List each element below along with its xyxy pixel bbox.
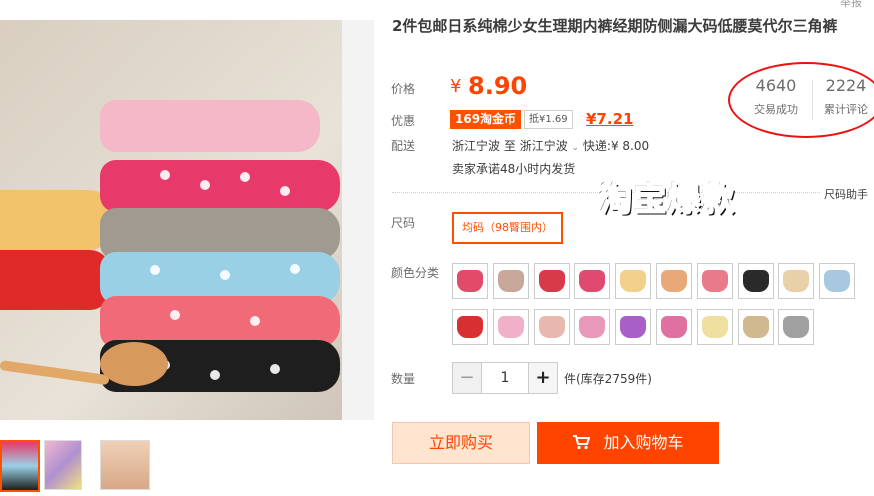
size-label: 尺码 [391,216,416,230]
swatch-thumbnail [783,270,810,292]
fabric-fold [100,100,320,152]
swatch-thumbnail [661,270,687,292]
flower-dot [280,186,290,196]
flower-dot [250,316,260,326]
quantity-input[interactable]: 1 [481,363,529,393]
color-swatch[interactable] [492,263,529,299]
color-swatch[interactable] [615,309,652,345]
color-swatch[interactable] [574,309,611,345]
flower-dot [160,170,170,180]
swatch-thumbnail [742,270,769,292]
taojinbi-tag[interactable]: 169淘金币 [450,110,522,129]
swatch-thumbnail [783,316,810,338]
fabric-fold [0,250,110,310]
color-swatch[interactable] [656,309,692,345]
ship-from: 浙江宁波 [452,139,501,153]
flower-dot [200,180,210,190]
express-fee: 快递:¥ 8.00 [582,139,650,153]
color-swatch[interactable] [452,309,488,345]
swatch-thumbnail [701,270,728,292]
add-to-cart-label: 加入购物车 [603,433,684,452]
size-option-selected[interactable]: 均码（98臀围内） [452,212,563,244]
flower-dot [270,364,280,374]
quantity-decrease-button[interactable]: − [453,363,482,393]
product-main-image[interactable] [0,20,342,420]
color-swatch[interactable] [778,263,815,299]
report-link[interactable]: 举报 [840,0,862,10]
color-swatch[interactable] [452,263,488,299]
color-swatch[interactable] [696,309,733,345]
swatch-thumbnail [579,270,606,292]
flower-dot [290,264,300,274]
flower-dot [170,310,180,320]
size-helper-link[interactable]: 尺码助手 [824,186,868,202]
thumbnail-2[interactable] [44,440,82,490]
shipping-info: 浙江宁波 至 浙江宁波 ⌄ 快递:¥ 8.00 [452,137,649,154]
shipping-promise: 卖家承诺48小时内发货 [452,162,576,176]
image-side-strip [342,20,374,420]
deduct-badge: 抵¥1.69 [524,110,573,129]
color-swatch[interactable] [778,309,815,345]
product-title: 2件包邮日系纯棉少女生理期内裤经期防侧漏大码低腰莫代尔三角裤 [392,17,838,35]
annotation-circle [728,62,874,138]
quantity-stepper: − 1 + [452,362,558,394]
flower-dot [150,265,160,275]
fabric-fold [100,160,340,212]
shipping-label: 配送 [391,139,416,153]
swatch-thumbnail [620,270,647,292]
wooden-spoon-handle [0,360,110,386]
color-swatch[interactable] [696,263,733,299]
color-swatch[interactable] [533,309,570,345]
fabric-fold [0,190,110,250]
flower-dot [210,370,220,380]
color-swatch[interactable] [819,263,856,299]
color-swatch[interactable] [615,263,652,299]
swatch-thumbnail [824,270,851,292]
add-to-cart-button[interactable]: 加入购物车 [537,422,719,464]
swatch-thumbnail [457,270,483,292]
flower-dot [240,172,250,182]
swatch-thumbnail [497,270,524,292]
color-swatch[interactable] [737,263,774,299]
swatch-thumbnail [457,316,483,338]
swatch-thumbnail [701,316,728,338]
thumbnail-1[interactable] [0,440,40,492]
swatch-thumbnail [497,316,524,338]
swatch-thumbnail [538,270,565,292]
price-currency: ¥ [450,76,462,97]
swatch-thumbnail [538,316,565,338]
ship-to-select[interactable]: 浙江宁波 [520,139,568,153]
buy-now-button[interactable]: 立即购买 [392,422,530,464]
wooden-spoon [100,342,168,386]
swatch-thumbnail [742,316,769,338]
color-swatch[interactable] [574,263,611,299]
color-swatch[interactable] [492,309,529,345]
promo-price[interactable]: ¥7.21 [586,110,633,128]
promo-label: 优惠 [391,114,416,128]
color-swatch[interactable] [656,263,692,299]
color-swatch[interactable] [737,309,774,345]
color-swatch[interactable] [533,263,570,299]
price-value: 8.90 [468,72,528,100]
swatch-thumbnail [661,316,687,338]
stock-info: 件(库存2759件) [564,372,652,386]
color-label: 颜色分类 [391,266,440,280]
swatch-thumbnail [620,316,647,338]
quantity-label: 数量 [391,372,416,386]
quantity-increase-button[interactable]: + [528,363,557,393]
ship-to-word: 至 [503,139,516,153]
thumbnail-3[interactable] [100,440,150,490]
cart-icon [572,433,603,452]
price-label: 价格 [391,82,416,96]
chevron-down-icon[interactable]: ⌄ [572,143,580,153]
swatch-thumbnail [579,316,606,338]
flower-dot [220,270,230,280]
promo-banner-text: 淘宝爆款 [599,179,737,219]
